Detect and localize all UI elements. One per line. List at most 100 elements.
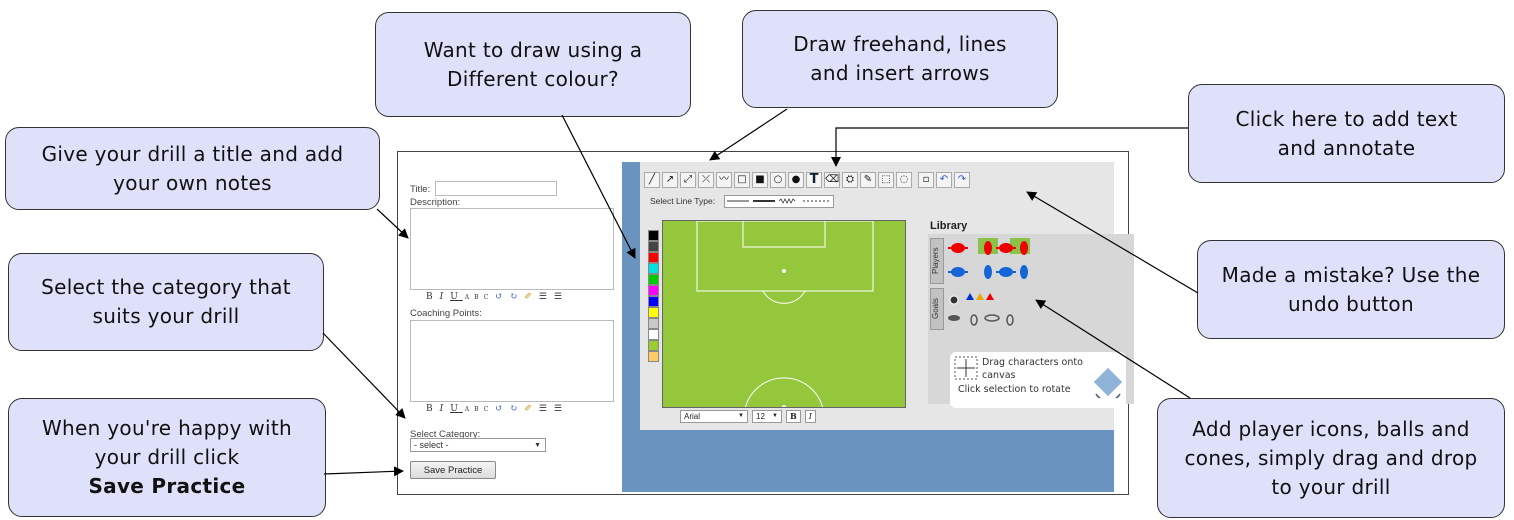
drill-form: Title: Description: B I U ABC ↺ ↻ ✐ ☰ ☰ Coaching… bbox=[398, 152, 620, 493]
italic-icon[interactable]: I bbox=[440, 404, 449, 414]
undo-button-icon[interactable]: ↶ bbox=[936, 172, 952, 188]
drill-editor: ╱ ↗ ⤢ ⤫ 〰 □ ■ ○ ● T ⌫ ⛭ ✎ ⬚ ◌ ▫ ↶ ↷ Sele… bbox=[622, 162, 1134, 492]
line-type-label: Select Line Type: bbox=[650, 196, 716, 206]
description-toolbar: B I U ABC ↺ ↻ ✐ ☰ ☰ bbox=[426, 292, 569, 302]
line-type-options bbox=[727, 198, 831, 204]
font-name: Arial bbox=[684, 412, 701, 421]
callout-save-emphasis: Save Practice bbox=[88, 474, 246, 498]
category-select[interactable]: - select - ▼ bbox=[410, 438, 546, 452]
colour-swatch[interactable] bbox=[648, 263, 659, 274]
clean-icon[interactable]: ✐ bbox=[524, 404, 537, 414]
colour-swatch[interactable] bbox=[648, 329, 659, 340]
hint-line-1: Drag characters onto bbox=[982, 357, 1083, 368]
arrow-icon[interactable]: ↗ bbox=[662, 172, 678, 188]
colour-swatch[interactable] bbox=[648, 230, 659, 241]
chevron-down-icon: ▼ bbox=[772, 413, 778, 419]
arrow-category bbox=[322, 332, 406, 419]
circle-icon[interactable]: ○ bbox=[770, 172, 786, 188]
italic-button[interactable]: I bbox=[804, 410, 816, 423]
line-icon[interactable]: ╱ bbox=[644, 172, 660, 188]
select-box-icon[interactable]: ⬚ bbox=[878, 172, 894, 188]
rotate-icon bbox=[1093, 367, 1123, 398]
colour-swatch[interactable] bbox=[648, 318, 659, 329]
bold-icon[interactable]: B bbox=[426, 292, 438, 302]
filled-rectangle-icon[interactable]: ■ bbox=[752, 172, 768, 188]
colour-swatch[interactable] bbox=[648, 274, 659, 285]
colour-swatch[interactable] bbox=[648, 285, 659, 296]
fill-icon[interactable]: ⛭ bbox=[842, 172, 858, 188]
callout-freehand: Draw freehand, lines and insert arrows bbox=[742, 10, 1058, 108]
colour-swatch[interactable] bbox=[648, 241, 659, 252]
bold-button[interactable]: B bbox=[786, 410, 801, 423]
editor-panel: ╱ ↗ ⤢ ⤫ 〰 □ ■ ○ ● T ⌫ ⛭ ✎ ⬚ ◌ ▫ ↶ ↷ Sele… bbox=[640, 162, 1134, 430]
numbered-list-icon[interactable]: ☰ bbox=[554, 404, 567, 414]
redo-icon[interactable]: ↻ bbox=[510, 292, 523, 302]
freehand-icon[interactable]: 〰 bbox=[716, 172, 732, 188]
clean-icon[interactable]: ✐ bbox=[524, 292, 537, 302]
cross-line-icon[interactable]: ⤫ bbox=[698, 172, 714, 188]
italic-icon[interactable]: I bbox=[440, 292, 449, 302]
undo-icon[interactable]: ↺ bbox=[495, 404, 508, 414]
callout-colour: Want to draw using a Different colour? bbox=[375, 12, 691, 117]
title-label: Title: bbox=[410, 184, 431, 195]
line-type-selector[interactable] bbox=[724, 195, 834, 208]
arrow-save bbox=[323, 466, 404, 477]
callout-category: Select the category that suits your dril… bbox=[8, 253, 324, 351]
tab-goals[interactable]: Goals bbox=[930, 288, 944, 330]
colour-swatch[interactable] bbox=[648, 340, 659, 351]
font-select[interactable]: Arial ▼ bbox=[680, 410, 748, 423]
callout-players: Add player icons, balls and cones, simpl… bbox=[1157, 398, 1505, 518]
redo-button-icon[interactable]: ↷ bbox=[954, 172, 970, 188]
eraser-icon[interactable]: ⌫ bbox=[824, 172, 840, 188]
save-practice-button[interactable]: Save Practice bbox=[410, 461, 496, 479]
bullet-list-icon[interactable]: ☰ bbox=[539, 404, 552, 414]
redo-icon[interactable]: ↻ bbox=[510, 404, 523, 414]
bold-icon[interactable]: B bbox=[426, 404, 438, 414]
pitch-canvas[interactable] bbox=[662, 220, 906, 408]
callout-save: When you're happy with your drill click … bbox=[8, 398, 326, 517]
font-bar: Arial ▼ 12 ▼ B I bbox=[680, 410, 816, 423]
filled-circle-icon[interactable]: ● bbox=[788, 172, 804, 188]
title-input[interactable] bbox=[435, 181, 557, 196]
strikethrough-icon[interactable]: ABC bbox=[465, 406, 493, 413]
library-panel: Players Goals Drag characters onto canva… bbox=[928, 234, 1134, 408]
hint-line-3: Click selection to rotate bbox=[958, 384, 1071, 395]
bullet-list-icon[interactable]: ☰ bbox=[539, 292, 552, 302]
lasso-icon[interactable]: ◌ bbox=[896, 172, 912, 188]
clear-icon[interactable]: ▫ bbox=[918, 172, 934, 188]
description-textarea[interactable] bbox=[410, 208, 614, 290]
undo-icon[interactable]: ↺ bbox=[495, 292, 508, 302]
callout-title-notes: Give your drill a title and add your own… bbox=[5, 127, 380, 210]
callout-text-annotate: Click here to add text and annotate bbox=[1188, 84, 1505, 183]
text-icon[interactable]: T bbox=[806, 172, 822, 188]
description-label: Description: bbox=[410, 197, 461, 208]
coaching-textarea[interactable] bbox=[410, 320, 614, 402]
double-arrow-icon[interactable]: ⤢ bbox=[680, 172, 696, 188]
move-character-icon bbox=[954, 356, 978, 380]
callout-save-text: When you're happy with your drill click bbox=[41, 416, 293, 469]
colour-swatch[interactable] bbox=[648, 252, 659, 263]
numbered-list-icon[interactable]: ☰ bbox=[554, 292, 567, 302]
font-size-value: 12 bbox=[756, 412, 765, 421]
colour-swatch[interactable] bbox=[648, 296, 659, 307]
font-size-select[interactable]: 12 ▼ bbox=[752, 410, 782, 423]
library-title: Library bbox=[930, 220, 968, 232]
draw-toolbar: ╱ ↗ ⤢ ⤫ 〰 □ ■ ○ ● T ⌫ ⛭ ✎ ⬚ ◌ ▫ ↶ ↷ bbox=[644, 172, 970, 188]
pitch-markings bbox=[696, 221, 874, 407]
colour-palette bbox=[648, 230, 660, 362]
underline-icon[interactable]: U bbox=[450, 292, 463, 302]
strikethrough-icon[interactable]: ABC bbox=[465, 294, 493, 301]
hint-line-2: canvas bbox=[982, 370, 1016, 381]
underline-icon[interactable]: U bbox=[450, 404, 463, 414]
chevron-down-icon: ▼ bbox=[534, 442, 541, 449]
picker-icon[interactable]: ✎ bbox=[860, 172, 876, 188]
library-hint: Drag characters onto canvas Click select… bbox=[950, 352, 1126, 408]
tab-players[interactable]: Players bbox=[930, 238, 944, 284]
library-icons bbox=[948, 238, 1030, 326]
coaching-toolbar: B I U ABC ↺ ↻ ✐ ☰ ☰ bbox=[426, 404, 569, 414]
colour-swatch[interactable] bbox=[648, 351, 659, 362]
coaching-label: Coaching Points: bbox=[410, 308, 482, 319]
colour-swatch[interactable] bbox=[648, 307, 659, 318]
rectangle-icon[interactable]: □ bbox=[734, 172, 750, 188]
screenshot-frame: Title: Description: B I U ABC ↺ ↻ ✐ ☰ ☰ Coaching… bbox=[397, 151, 1134, 495]
